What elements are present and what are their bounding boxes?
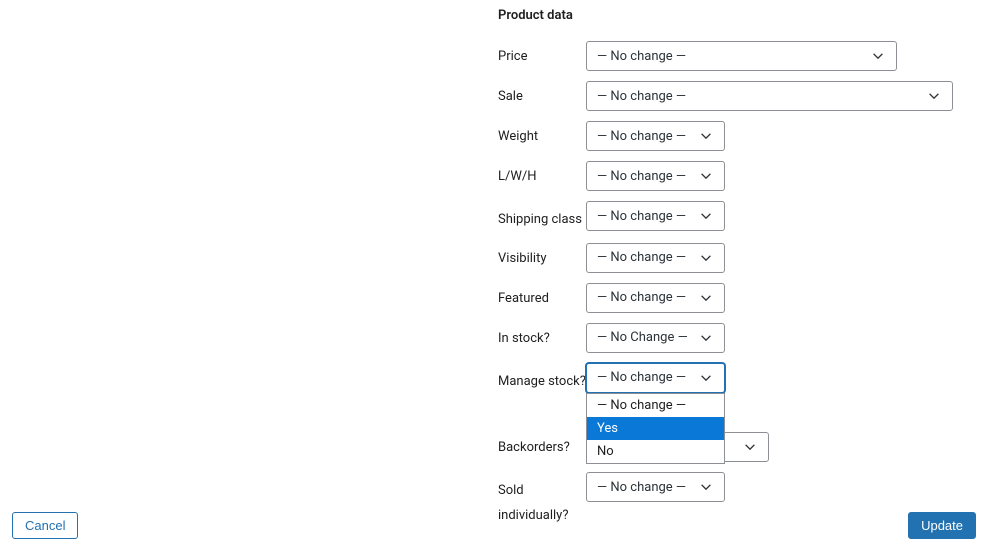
- select-shipping-class-value: — No change —: [597, 209, 686, 224]
- label-in-stock: In stock?: [498, 323, 586, 348]
- label-manage-stock: Manage stock?: [498, 363, 586, 395]
- chevron-down-icon: [698, 290, 714, 306]
- dropdown-option-no[interactable]: No: [587, 440, 724, 463]
- select-weight-value: — No change —: [597, 129, 686, 144]
- select-visibility[interactable]: — No change —: [586, 243, 725, 273]
- label-shipping-class: Shipping class: [498, 201, 586, 233]
- select-sold-individually-value: — No change —: [597, 480, 686, 495]
- dropdown-manage-stock[interactable]: — No change — Yes No: [586, 393, 725, 464]
- cancel-button[interactable]: Cancel: [12, 512, 78, 539]
- chevron-down-icon: [926, 88, 942, 104]
- label-featured: Featured: [498, 283, 586, 308]
- label-visibility: Visibility: [498, 243, 586, 268]
- label-backorders: Backorders?: [498, 432, 586, 457]
- label-weight: Weight: [498, 121, 586, 146]
- select-sale-value: — No change —: [597, 89, 686, 104]
- select-lwh[interactable]: — No change —: [586, 161, 725, 191]
- chevron-down-icon: [698, 168, 714, 184]
- label-lwh: L/W/H: [498, 161, 586, 186]
- update-button[interactable]: Update: [908, 512, 976, 539]
- select-featured-value: — No change —: [597, 290, 686, 305]
- label-manage-stock-text: Manage stock?: [498, 370, 586, 395]
- section-title: Product data: [498, 8, 976, 23]
- select-featured[interactable]: — No change —: [586, 283, 725, 313]
- select-in-stock[interactable]: — No Change —: [586, 323, 725, 353]
- select-shipping-class[interactable]: — No change —: [586, 201, 725, 231]
- select-manage-stock-value: — No change —: [597, 370, 686, 385]
- chevron-down-icon: [698, 250, 714, 266]
- select-in-stock-value: — No Change —: [597, 330, 688, 345]
- select-lwh-value: — No change —: [597, 169, 686, 184]
- label-sale: Sale: [498, 81, 586, 106]
- select-sale[interactable]: — No change —: [586, 81, 953, 111]
- label-shipping-class-text: Shipping class: [498, 208, 586, 233]
- dropdown-option-nochange[interactable]: — No change —: [587, 394, 724, 417]
- chevron-down-icon: [698, 128, 714, 144]
- chevron-down-icon: [698, 370, 714, 386]
- dropdown-option-yes[interactable]: Yes: [587, 417, 724, 440]
- chevron-down-icon: [870, 48, 886, 64]
- select-price-value: — No change —: [597, 49, 686, 64]
- label-price: Price: [498, 41, 586, 66]
- chevron-down-icon: [698, 208, 714, 224]
- select-price[interactable]: — No change —: [586, 41, 897, 71]
- chevron-down-icon: [698, 479, 714, 495]
- select-sold-individually[interactable]: — No change —: [586, 472, 725, 502]
- select-weight[interactable]: — No change —: [586, 121, 725, 151]
- select-visibility-value: — No change —: [597, 250, 686, 265]
- chevron-down-icon: [742, 439, 758, 455]
- chevron-down-icon: [698, 330, 714, 346]
- select-manage-stock[interactable]: — No change —: [586, 363, 725, 393]
